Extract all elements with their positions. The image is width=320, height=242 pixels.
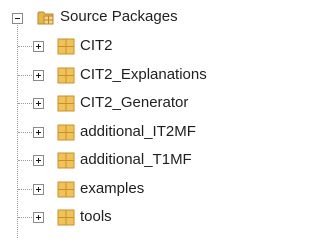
expand-toggle-icon[interactable] xyxy=(33,127,44,138)
expand-toggle-icon[interactable] xyxy=(33,155,44,166)
tree-node-label: additional_IT2MF xyxy=(80,123,196,140)
tree-node-package[interactable]: tools xyxy=(0,207,254,229)
tree-node-package[interactable]: CIT2 xyxy=(0,36,254,58)
tree-node-source-packages[interactable]: Source Packages xyxy=(0,7,254,29)
tree-node-package[interactable]: examples xyxy=(0,179,254,201)
package-icon xyxy=(57,124,75,141)
project-tree: Source Packages CIT2 CIT2_Explanations CIT… xyxy=(0,0,254,242)
source-packages-folder-icon xyxy=(37,11,54,25)
expand-toggle-icon[interactable] xyxy=(33,184,44,195)
package-icon xyxy=(57,38,75,55)
expand-toggle-icon[interactable] xyxy=(33,70,44,81)
collapse-toggle-icon[interactable] xyxy=(12,13,23,24)
package-icon xyxy=(57,95,75,112)
package-icon xyxy=(57,67,75,84)
package-icon xyxy=(57,181,75,198)
tree-node-package[interactable]: CIT2_Generator xyxy=(0,93,254,115)
tree-node-label: CIT2_Generator xyxy=(80,94,189,111)
tree-node-label: CIT2_Explanations xyxy=(80,66,207,83)
tree-node-label: Source Packages xyxy=(60,8,178,25)
tree-node-package[interactable]: additional_IT2MF xyxy=(0,122,254,144)
expand-toggle-icon[interactable] xyxy=(33,212,44,223)
tree-node-package[interactable]: additional_T1MF xyxy=(0,150,254,172)
expand-toggle-icon[interactable] xyxy=(33,41,44,52)
tree-node-label: examples xyxy=(80,180,145,197)
tree-node-label: CIT2 xyxy=(80,37,113,54)
expand-toggle-icon[interactable] xyxy=(33,98,44,109)
tree-node-label: tools xyxy=(80,208,112,225)
tree-node-label: additional_T1MF xyxy=(80,151,192,168)
tree-node-package[interactable]: CIT2_Explanations xyxy=(0,65,254,87)
package-icon xyxy=(57,152,75,169)
package-icon xyxy=(57,209,75,226)
